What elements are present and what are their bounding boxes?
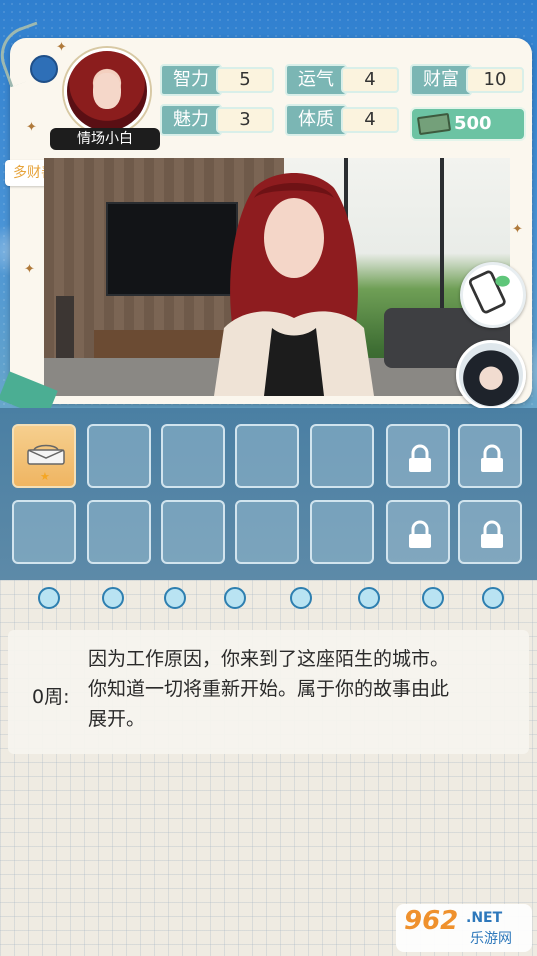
stat-label: 魅力 bbox=[160, 104, 222, 136]
binder-hole bbox=[38, 587, 60, 609]
stat-value: 5 bbox=[216, 67, 274, 93]
watermark-cn: 乐游网 bbox=[470, 931, 512, 947]
event-log-entry: 0周: 因为工作原因，你来到了这座陌生的城市。 你知道一切将重新开始。属于你的故… bbox=[8, 630, 529, 754]
stat-value: 10 bbox=[466, 67, 524, 93]
lock-icon bbox=[409, 520, 431, 548]
stat-value: 4 bbox=[341, 67, 399, 93]
money-amount: 500 bbox=[454, 113, 492, 134]
player-name: 情场小白 bbox=[50, 128, 160, 150]
star-decoration: ✦ bbox=[26, 120, 37, 135]
phone-button[interactable] bbox=[460, 262, 526, 328]
money-display: 500 bbox=[410, 107, 526, 141]
stat-constitution: 体质 4 bbox=[285, 104, 405, 136]
cash-icon bbox=[416, 112, 452, 136]
stat-label: 体质 bbox=[285, 104, 347, 136]
inventory-slot-empty[interactable] bbox=[12, 500, 76, 564]
star-decoration: ✦ bbox=[56, 40, 67, 55]
inventory-slot-locked[interactable] bbox=[458, 500, 522, 564]
scene-image bbox=[44, 158, 510, 396]
star-decoration: ✦ bbox=[512, 222, 523, 237]
event-text-line: 你知道一切将重新开始。属于你的故事由此 bbox=[88, 678, 450, 700]
lock-icon bbox=[481, 520, 503, 548]
binder-hole bbox=[102, 587, 124, 609]
binder-ring bbox=[30, 55, 58, 83]
purse-icon bbox=[27, 444, 65, 465]
star-decoration: ✦ bbox=[24, 262, 35, 277]
binder-hole bbox=[290, 587, 312, 609]
lock-icon bbox=[409, 444, 431, 472]
stat-charm: 魅力 3 bbox=[160, 104, 280, 136]
watermark-net: .NET bbox=[466, 910, 503, 926]
contact-avatar-button[interactable] bbox=[456, 340, 526, 410]
inventory-slot-empty[interactable] bbox=[161, 424, 225, 488]
binder-hole bbox=[422, 587, 444, 609]
inventory-slot-locked[interactable] bbox=[458, 424, 522, 488]
inventory-slot-empty[interactable] bbox=[310, 424, 374, 488]
inventory-slot-locked[interactable] bbox=[386, 424, 450, 488]
watermark-brand: 962 bbox=[404, 906, 459, 936]
inventory-slot-empty[interactable] bbox=[87, 500, 151, 564]
player-avatar[interactable] bbox=[64, 48, 150, 134]
stat-luck: 运气 4 bbox=[285, 64, 405, 96]
stat-value: 4 bbox=[341, 107, 399, 133]
binder-hole bbox=[482, 587, 504, 609]
site-watermark: 962 .NET 乐游网 bbox=[396, 904, 532, 952]
stat-label: 运气 bbox=[285, 64, 347, 96]
inventory-slot-empty[interactable] bbox=[235, 424, 299, 488]
lock-icon bbox=[481, 444, 503, 472]
event-text-line: 因为工作原因，你来到了这座陌生的城市。 bbox=[88, 648, 450, 670]
inventory-slot-empty[interactable] bbox=[161, 500, 225, 564]
event-text: 因为工作原因，你来到了这座陌生的城市。 你知道一切将重新开始。属于你的故事由此 … bbox=[88, 644, 518, 734]
inventory-slot-empty[interactable] bbox=[87, 424, 151, 488]
binder-hole bbox=[164, 587, 186, 609]
binder-hole bbox=[224, 587, 246, 609]
week-label: 0周: bbox=[32, 686, 70, 708]
stat-intelligence: 智力 5 bbox=[160, 64, 280, 96]
inventory-slot-empty[interactable] bbox=[235, 500, 299, 564]
inventory-slot-purse[interactable]: ★ bbox=[12, 424, 76, 488]
stat-label: 财富 bbox=[410, 64, 472, 96]
stat-wealth: 财富 10 bbox=[410, 64, 530, 96]
phone-icon bbox=[468, 270, 510, 314]
stat-value: 3 bbox=[216, 107, 274, 133]
character-portrait bbox=[214, 173, 374, 396]
inventory-slot-locked[interactable] bbox=[386, 500, 450, 564]
event-text-line: 展开。 bbox=[88, 708, 146, 730]
inventory-slot-empty[interactable] bbox=[310, 500, 374, 564]
event-journal: 0周: 因为工作原因，你来到了这座陌生的城市。 你知道一切将重新开始。属于你的故… bbox=[0, 580, 537, 956]
binder-hole bbox=[358, 587, 380, 609]
stat-label: 智力 bbox=[160, 64, 222, 96]
rarity-star-icon: ★ bbox=[40, 470, 50, 483]
